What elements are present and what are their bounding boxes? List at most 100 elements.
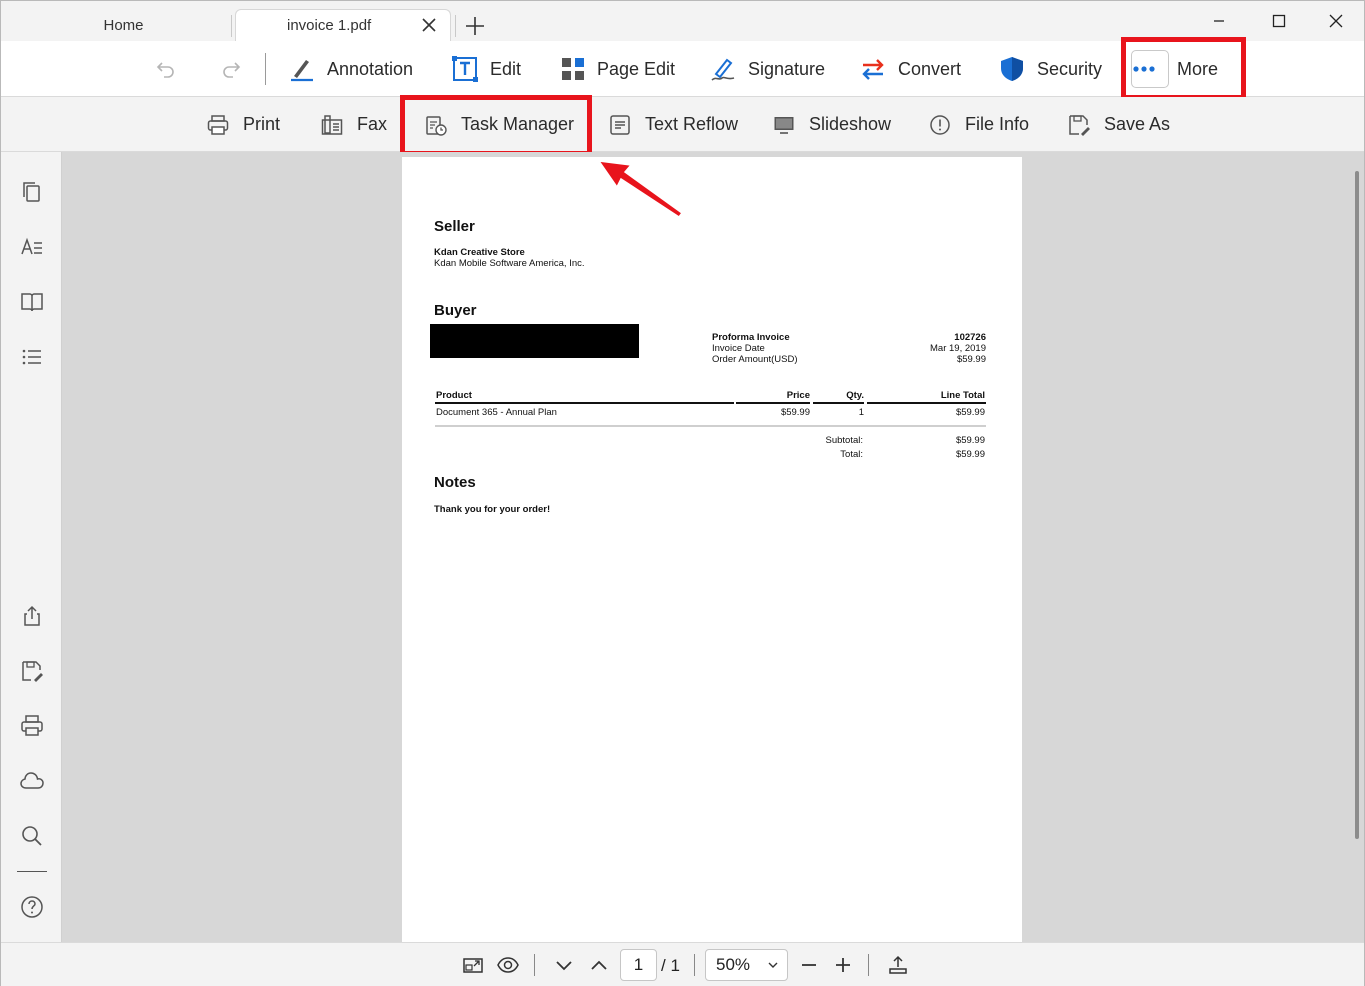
save-as-button[interactable]: Save As (1068, 97, 1170, 152)
slideshow-button[interactable]: Slideshow (773, 97, 891, 152)
minimize-icon[interactable] (1209, 11, 1229, 31)
invoice-date-label: Invoice Date (712, 343, 765, 354)
save-as-icon (1069, 114, 1090, 136)
seller-name: Kdan Creative Store (434, 247, 525, 258)
tab-home[interactable]: Home (1, 9, 231, 41)
edit-label: Edit (490, 58, 522, 79)
redo-icon[interactable] (219, 57, 243, 81)
undo-icon[interactable] (154, 57, 178, 81)
table-header-rule (867, 402, 986, 404)
scroll-top-icon[interactable] (887, 954, 909, 976)
share-icon[interactable] (20, 604, 44, 628)
printer-icon[interactable] (20, 714, 44, 738)
page-total: / 1 (661, 956, 680, 975)
text-reflow-button[interactable]: Text Reflow (609, 97, 738, 152)
maximize-icon[interactable] (1269, 11, 1289, 31)
table-cell-line-total: $59.99 (955, 407, 985, 418)
invoice-date: Mar 19, 2019 (930, 343, 986, 354)
save-edit-icon[interactable] (20, 659, 44, 683)
zoom-value: 50% (716, 955, 751, 974)
total-value: $59.99 (955, 449, 985, 460)
signature-pen-icon (711, 58, 735, 81)
print-label: Print (243, 114, 281, 134)
pen-icon (291, 60, 313, 82)
table-header-rule (813, 402, 864, 404)
table-header-qty: Qty. (846, 390, 864, 401)
pointer-arrow-icon (597, 160, 684, 219)
convert-button[interactable]: Convert (860, 41, 961, 97)
close-window-icon[interactable] (1326, 11, 1346, 31)
notes-text: Thank you for your order! (434, 504, 551, 515)
thumbnails-icon[interactable] (20, 180, 44, 204)
fax-button[interactable]: Fax (321, 97, 387, 152)
list-icon[interactable] (20, 345, 44, 369)
edit-button[interactable]: Edit (452, 41, 521, 97)
cloud-icon[interactable] (20, 769, 44, 793)
fax-icon (321, 114, 343, 135)
tab-divider (231, 15, 232, 37)
order-amount-label: Order Amount(USD) (712, 354, 798, 365)
security-label: Security (1037, 58, 1103, 79)
table-row-rule (435, 425, 986, 427)
signature-label: Signature (748, 58, 826, 79)
annotation-label: Annotation (327, 58, 414, 79)
table-header-rule (736, 402, 810, 404)
zoom-in-icon[interactable] (832, 954, 854, 976)
table-cell-product: Document 365 - Annual Plan (436, 407, 557, 418)
fax-label: Fax (357, 114, 388, 134)
vertical-scrollbar[interactable] (1355, 171, 1359, 839)
security-button[interactable]: Security (999, 41, 1102, 97)
file-info-label: File Info (965, 114, 1030, 134)
book-icon[interactable] (20, 290, 44, 314)
fit-page-icon[interactable] (462, 954, 484, 976)
invoice-number: 102726 (954, 332, 986, 343)
seller-heading: Seller (434, 218, 475, 235)
page-edit-button[interactable]: Page Edit (561, 41, 675, 97)
seller-company: Kdan Mobile Software America, Inc. (434, 258, 585, 269)
total-label: Total: (840, 449, 863, 460)
file-info-button[interactable]: File Info (929, 97, 1029, 152)
table-cell-price: $59.99 (780, 407, 810, 418)
text-edit-icon (452, 56, 478, 82)
search-icon[interactable] (20, 824, 44, 848)
left-sidebar (1, 152, 62, 942)
table-header-product: Product (436, 390, 472, 401)
page-number-input[interactable]: 1 (620, 949, 657, 981)
order-amount: $59.99 (956, 354, 986, 365)
save-as-label: Save As (1104, 114, 1171, 134)
more-toolbar: Print Fax Task Manager Text Reflow Slide… (1, 95, 1364, 156)
chevron-down-icon (768, 962, 778, 968)
notes-heading: Notes (434, 474, 476, 491)
print-button[interactable]: Print (207, 97, 280, 152)
shield-icon (1001, 57, 1023, 81)
zoom-select[interactable]: 50% (705, 949, 788, 981)
new-tab-icon[interactable] (464, 15, 486, 37)
chevron-down-icon[interactable] (553, 954, 575, 976)
bottom-divider (534, 954, 535, 976)
app-window: Home invoice 1.pdf Annotation Edit Page … (0, 0, 1365, 986)
text-outline-icon[interactable] (20, 235, 44, 259)
text-reflow-label: Text Reflow (645, 114, 739, 134)
sidebar-divider (17, 871, 47, 872)
toolbar-divider (265, 53, 266, 85)
chevron-up-icon[interactable] (588, 954, 610, 976)
buyer-heading: Buyer (434, 302, 477, 319)
subtotal-value: $59.99 (955, 435, 985, 446)
annotation-button[interactable]: Annotation (289, 41, 413, 97)
table-header-price: Price (786, 390, 810, 401)
help-icon[interactable] (20, 895, 44, 919)
tab-divider (455, 15, 456, 37)
info-icon (930, 114, 950, 135)
zoom-out-icon[interactable] (798, 954, 820, 976)
bottom-bar: 1 / 1 50% (1, 942, 1364, 986)
more-highlight-box (1121, 37, 1246, 100)
signature-button[interactable]: Signature (710, 41, 825, 97)
eye-icon[interactable] (497, 954, 519, 976)
tab-invoice[interactable]: invoice 1.pdf (235, 9, 451, 41)
printer-icon (207, 114, 229, 135)
invoice-label: Proforma Invoice (712, 332, 790, 343)
close-tab-icon[interactable] (420, 16, 438, 34)
redacted-block (430, 324, 639, 358)
tab-home-label: Home (103, 16, 144, 34)
pdf-page: Seller Kdan Creative Store Kdan Mobile S… (402, 157, 1022, 942)
